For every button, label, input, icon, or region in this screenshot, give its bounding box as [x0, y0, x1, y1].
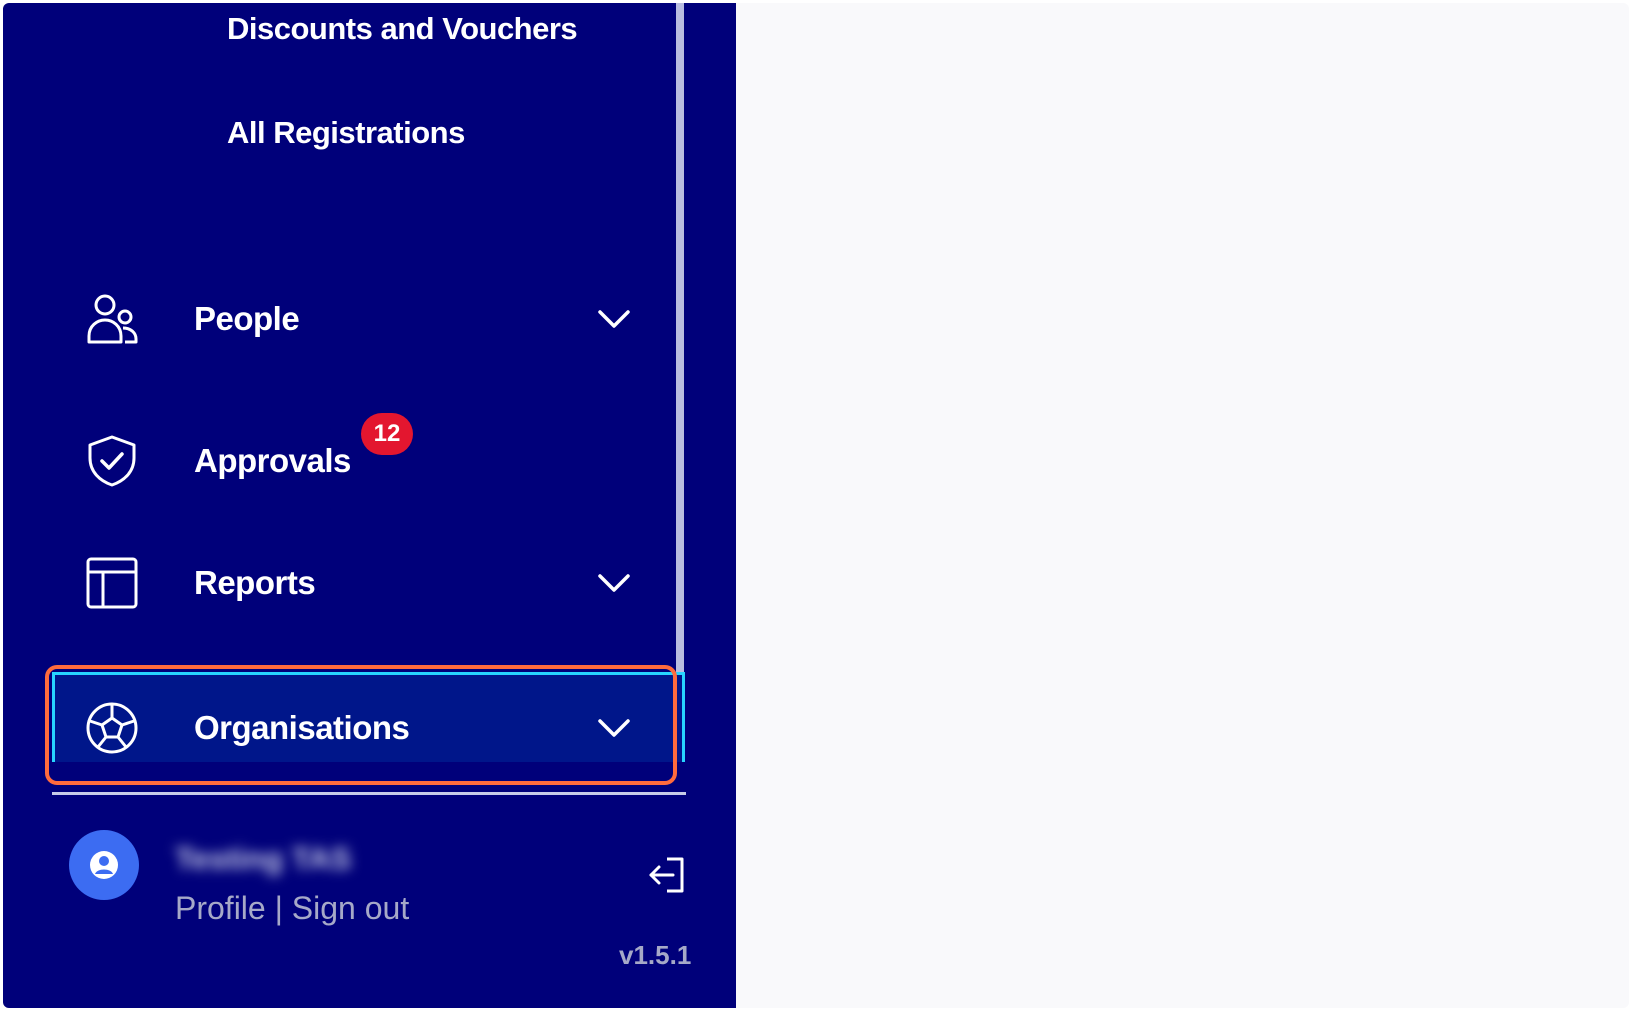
nav-label-reports: Reports — [194, 564, 316, 601]
nav-item-reports[interactable]: Reports — [85, 547, 645, 617]
nav-label-people: People — [194, 300, 300, 337]
chevron-down-icon[interactable] — [597, 566, 631, 600]
sidebar: Discounts and Vouchers All Registrations… — [3, 3, 736, 1008]
chevron-down-icon[interactable] — [597, 302, 631, 336]
sidebar-divider — [52, 792, 686, 795]
layout-icon — [86, 557, 138, 609]
avatar[interactable] — [69, 830, 139, 900]
approvals-count-badge: 12 — [361, 413, 413, 455]
nav-item-people[interactable]: People — [85, 283, 645, 353]
app-frame: Discounts and Vouchers All Registrations… — [3, 3, 1629, 1008]
nav-label-approvals: Approvals — [194, 442, 351, 479]
subnav-discounts-vouchers[interactable]: Discounts and Vouchers — [227, 11, 578, 47]
user-icon — [90, 851, 118, 879]
main-content — [736, 3, 1629, 1008]
app-version: v1.5.1 — [619, 940, 692, 970]
shield-check-icon — [88, 435, 136, 487]
sidebar-scrollbar[interactable] — [676, 3, 684, 678]
subnav-all-registrations[interactable]: All Registrations — [227, 115, 465, 151]
user-name: Testing TAS — [175, 841, 352, 876]
people-icon — [87, 294, 138, 344]
profile-signout-links[interactable]: Profile | Sign out — [175, 890, 409, 927]
sign-out-icon[interactable] — [647, 855, 687, 895]
focus-highlight-box — [45, 665, 677, 785]
